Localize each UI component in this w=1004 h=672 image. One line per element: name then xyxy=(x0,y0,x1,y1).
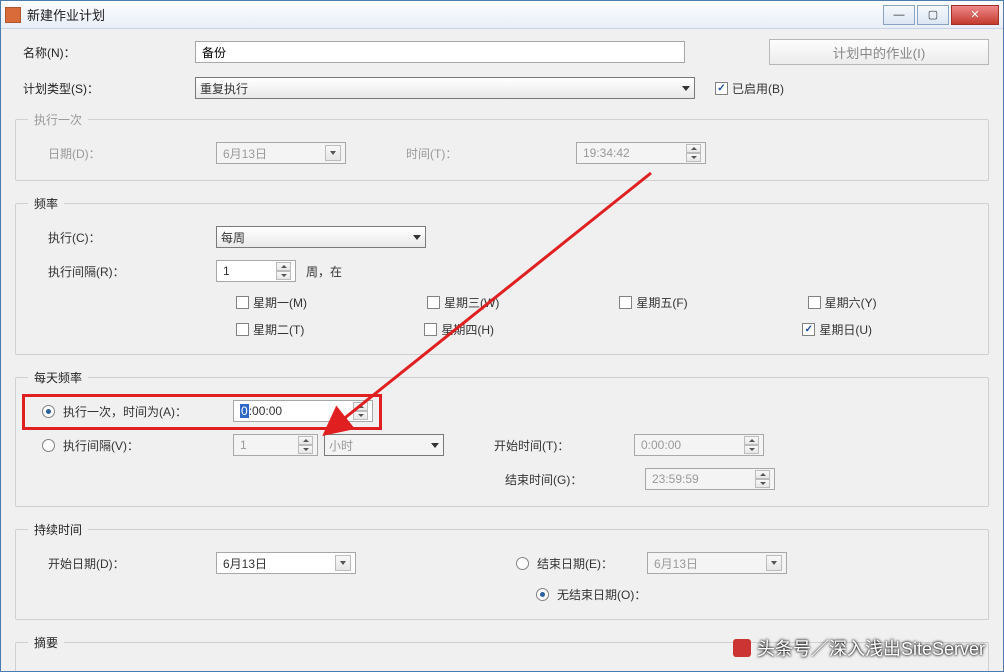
saturday-checkbox[interactable] xyxy=(808,296,821,309)
calendar-icon[interactable] xyxy=(335,555,351,571)
start-date-value: 6月13日 xyxy=(223,555,267,572)
app-icon xyxy=(5,7,21,23)
sunday-checkbox[interactable] xyxy=(802,323,815,336)
daily-interval-radio[interactable] xyxy=(42,439,55,452)
once-time-spinner: 19:34:42 xyxy=(576,142,706,164)
once-date-picker: 6月13日 xyxy=(216,142,346,164)
daily-once-radio[interactable] xyxy=(42,405,55,418)
once-date-label: 日期(D)： xyxy=(28,145,216,162)
end-date-value: 6月13日 xyxy=(654,555,698,572)
daily-once-label: 执行一次，时间为(A)： xyxy=(63,403,233,420)
spin-down-icon[interactable] xyxy=(353,411,368,420)
plan-type-select[interactable]: 重复执行 xyxy=(195,77,695,99)
watermark: 头条号／深入浅出SiteServer xyxy=(733,635,985,661)
exec-value: 每周 xyxy=(221,229,245,246)
daily-interval-label: 执行间隔(V)： xyxy=(63,437,233,454)
close-button[interactable]: ✕ xyxy=(951,5,999,25)
monday-checkbox[interactable] xyxy=(236,296,249,309)
frequency-group: 频率 执行(C)： 每周 执行间隔(R)： 1 周，在 星期一(M) 星期三(W… xyxy=(15,195,989,355)
friday-label: 星期五(F) xyxy=(636,294,687,311)
calendar-icon xyxy=(766,555,782,571)
once-date-value: 6月13日 xyxy=(223,145,267,162)
exec-label: 执行(C)： xyxy=(28,229,216,246)
tuesday-checkbox[interactable] xyxy=(236,323,249,336)
watermark-icon xyxy=(733,639,751,657)
thursday-checkbox[interactable] xyxy=(424,323,437,336)
daily-start-label: 开始时间(T)： xyxy=(494,437,584,454)
start-date-picker[interactable]: 6月13日 xyxy=(216,552,356,574)
daily-once-time-value: 0:00:00 xyxy=(240,404,282,418)
exec-select[interactable]: 每周 xyxy=(216,226,426,248)
interval-spinner[interactable]: 1 xyxy=(216,260,296,282)
spin-down-icon[interactable] xyxy=(276,271,291,280)
friday-checkbox[interactable] xyxy=(619,296,632,309)
chevron-down-icon xyxy=(682,86,690,91)
titlebar: 新建作业计划 — ▢ ✕ xyxy=(1,1,1003,29)
minimize-button[interactable]: — xyxy=(883,5,915,25)
summary-legend: 摘要 xyxy=(28,634,64,651)
watermark-text: 头条号／深入浅出SiteServer xyxy=(757,635,985,661)
no-end-date-radio[interactable] xyxy=(536,588,549,601)
interval-value: 1 xyxy=(223,264,230,278)
maximize-button[interactable]: ▢ xyxy=(917,5,949,25)
daily-end-label: 结束时间(G)： xyxy=(505,471,595,488)
execute-once-group: 执行一次 日期(D)： 6月13日 时间(T)： 19:34:42 xyxy=(15,111,989,181)
daily-end-value: 23:59:59 xyxy=(652,472,699,486)
chevron-down-icon xyxy=(431,443,439,448)
daily-end-time: 23:59:59 xyxy=(645,468,775,490)
chevron-down-icon xyxy=(413,235,421,240)
no-end-date-label: 无结束日期(O)： xyxy=(557,586,646,603)
interval-label: 执行间隔(R)： xyxy=(28,263,216,280)
spin-up-icon[interactable] xyxy=(276,262,291,271)
spin-up-icon[interactable] xyxy=(353,402,368,411)
end-date-label: 结束日期(E)： xyxy=(537,555,647,572)
daily-interval-spinner: 1 xyxy=(233,434,318,456)
daily-once-time[interactable]: 0:00:00 xyxy=(233,400,373,422)
calendar-icon xyxy=(325,145,341,161)
execute-once-legend: 执行一次 xyxy=(28,111,88,128)
plan-jobs-button[interactable]: 计划中的作业(I) xyxy=(769,39,989,65)
tuesday-label: 星期二(T) xyxy=(253,321,304,338)
daily-start-value: 0:00:00 xyxy=(641,438,681,452)
wednesday-label: 星期三(W) xyxy=(444,294,499,311)
end-date-radio[interactable] xyxy=(516,557,529,570)
once-time-value: 19:34:42 xyxy=(583,146,630,160)
duration-group: 持续时间 开始日期(D)： 6月13日 结束日期(E)： 6月13日 无结束日期… xyxy=(15,521,989,620)
daily-frequency-group: 每天频率 执行一次，时间为(A)： 0:00:00 执行间隔(V)： 1 小时 xyxy=(15,369,989,507)
plan-type-label: 计划类型(S)： xyxy=(15,80,195,97)
duration-legend: 持续时间 xyxy=(28,521,88,538)
sunday-label: 星期日(U) xyxy=(819,321,872,338)
daily-interval-value: 1 xyxy=(240,438,247,452)
wednesday-checkbox[interactable] xyxy=(427,296,440,309)
thursday-label: 星期四(H) xyxy=(441,321,494,338)
monday-label: 星期一(M) xyxy=(253,294,307,311)
daily-interval-unit: 小时 xyxy=(329,437,353,454)
window-title: 新建作业计划 xyxy=(27,5,881,24)
end-date-picker: 6月13日 xyxy=(647,552,787,574)
daily-interval-unit-select: 小时 xyxy=(324,434,444,456)
name-label: 名称(N)： xyxy=(15,44,195,61)
enabled-checkbox[interactable] xyxy=(715,82,728,95)
start-date-label: 开始日期(D)： xyxy=(28,555,216,572)
frequency-legend: 频率 xyxy=(28,195,64,212)
daily-frequency-legend: 每天频率 xyxy=(28,369,88,386)
plan-type-value: 重复执行 xyxy=(200,80,248,97)
once-time-label: 时间(T)： xyxy=(406,145,496,162)
saturday-label: 星期六(Y) xyxy=(825,294,877,311)
interval-unit: 周，在 xyxy=(306,263,342,280)
daily-start-time: 0:00:00 xyxy=(634,434,764,456)
name-input[interactable] xyxy=(195,41,685,63)
enabled-label: 已启用(B) xyxy=(732,80,784,97)
